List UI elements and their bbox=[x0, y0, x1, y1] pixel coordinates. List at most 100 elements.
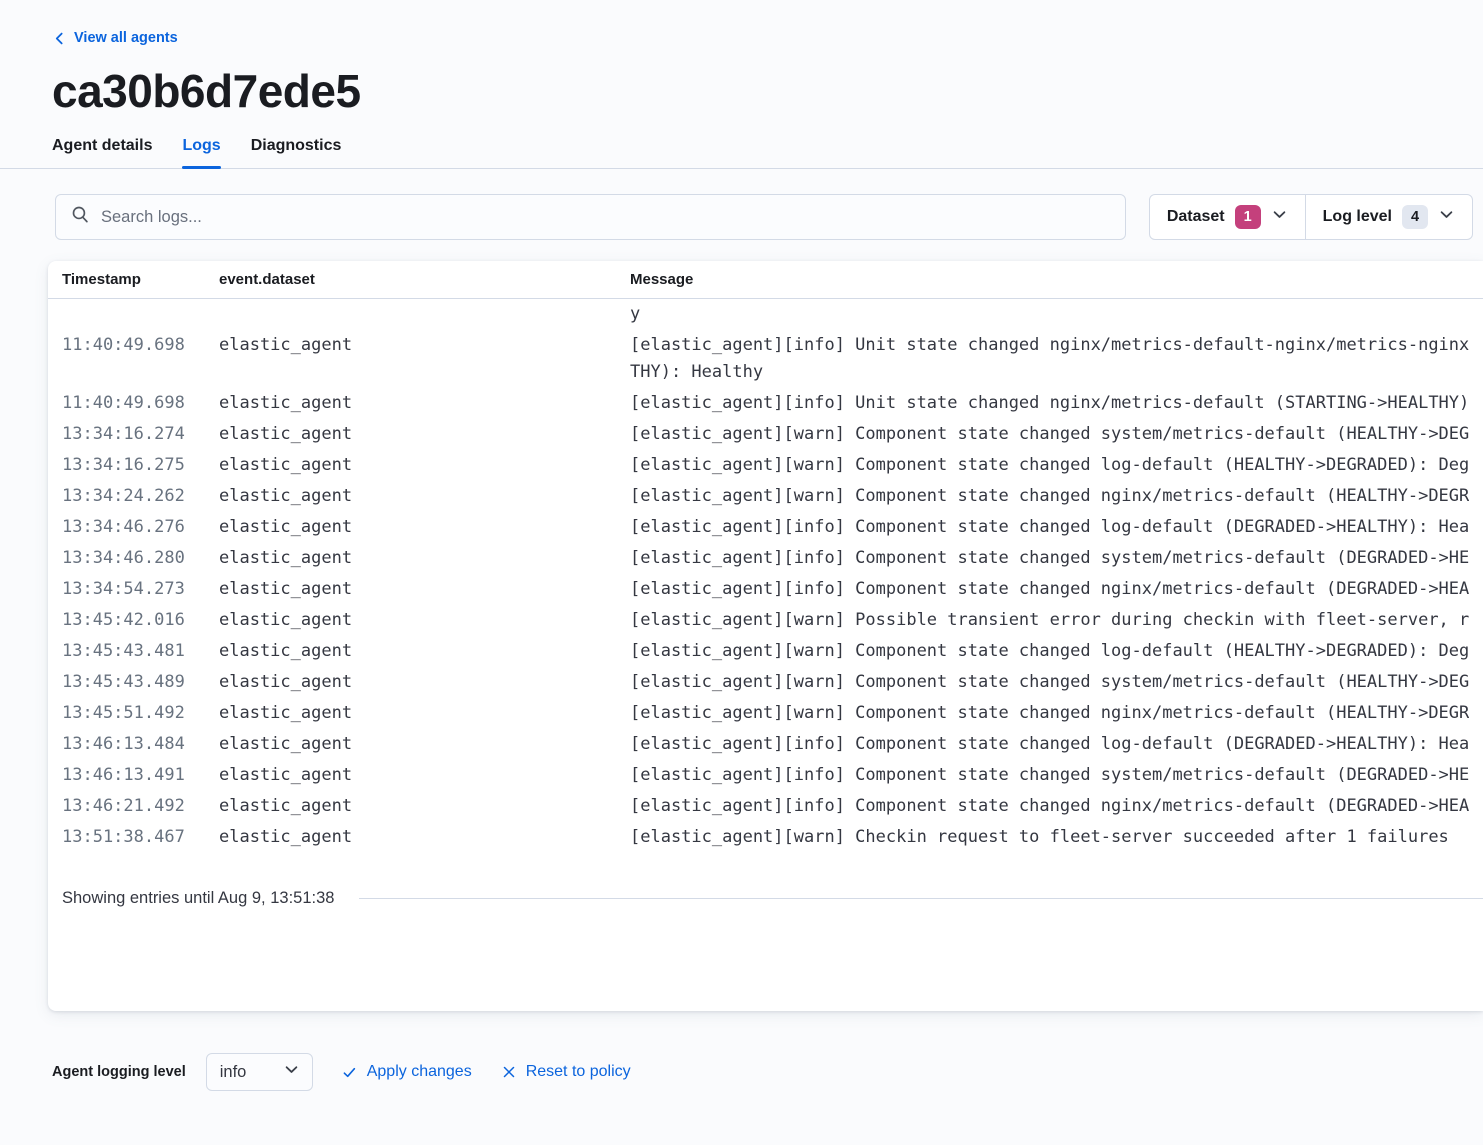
timestamp-cell: 13:51:38.467 bbox=[62, 824, 219, 851]
log-panel: Timestamp event.dataset Message y11:40:4… bbox=[48, 261, 1483, 1011]
message-cell: [elastic_agent][info] Component state ch… bbox=[630, 576, 1469, 603]
column-header-message: Message bbox=[630, 271, 1469, 288]
table-row: 13:45:51.492elastic_agent[elastic_agent]… bbox=[48, 698, 1483, 729]
table-row: 13:34:54.273elastic_agent[elastic_agent]… bbox=[48, 574, 1483, 605]
dataset-count-badge: 1 bbox=[1235, 205, 1261, 229]
chevron-left-icon bbox=[52, 31, 67, 46]
message-cell: [elastic_agent][info] Component state ch… bbox=[630, 793, 1469, 820]
page-header: View all agents ca30b6d7ede5 Agent detai… bbox=[0, 0, 1483, 169]
search-box bbox=[55, 194, 1126, 240]
reset-to-policy-label: Reset to policy bbox=[526, 1063, 631, 1081]
dataset-cell: elastic_agent bbox=[219, 332, 630, 386]
table-row: 13:46:13.491elastic_agent[elastic_agent]… bbox=[48, 760, 1483, 791]
dataset-cell: elastic_agent bbox=[219, 762, 630, 789]
reset-to-policy-link[interactable]: Reset to policy bbox=[501, 1063, 631, 1081]
dataset-cell bbox=[219, 301, 630, 328]
cross-icon bbox=[501, 1064, 517, 1080]
message-cell: [elastic_agent][warn] Component state ch… bbox=[630, 452, 1469, 479]
chevron-down-icon bbox=[1271, 206, 1288, 228]
search-input[interactable] bbox=[101, 208, 1110, 227]
dataset-cell: elastic_agent bbox=[219, 390, 630, 417]
apply-changes-link[interactable]: Apply changes bbox=[341, 1063, 472, 1081]
dataset-cell: elastic_agent bbox=[219, 576, 630, 603]
log-table-header: Timestamp event.dataset Message bbox=[48, 261, 1483, 299]
timestamp-cell: 13:34:54.273 bbox=[62, 576, 219, 603]
tab-agent-details[interactable]: Agent details bbox=[52, 137, 152, 168]
table-row: 13:46:13.484elastic_agent[elastic_agent]… bbox=[48, 729, 1483, 760]
message-cell: [elastic_agent][warn] Checkin request to… bbox=[630, 824, 1469, 851]
dataset-cell: elastic_agent bbox=[219, 514, 630, 541]
table-row: 13:34:46.280elastic_agent[elastic_agent]… bbox=[48, 543, 1483, 574]
footer-divider-line bbox=[359, 898, 1483, 899]
message-cell: [elastic_agent][info] Component state ch… bbox=[630, 731, 1469, 758]
logging-level-bar: Agent logging level info Apply changes R… bbox=[52, 1053, 1483, 1091]
dataset-filter-button[interactable]: Dataset 1 bbox=[1150, 195, 1305, 239]
page-title: ca30b6d7ede5 bbox=[52, 66, 1431, 117]
logging-level-select[interactable]: info bbox=[206, 1053, 313, 1091]
dataset-cell: elastic_agent bbox=[219, 452, 630, 479]
dataset-cell: elastic_agent bbox=[219, 638, 630, 665]
dataset-cell: elastic_agent bbox=[219, 545, 630, 572]
dataset-filter-label: Dataset bbox=[1167, 208, 1225, 226]
filter-group: Dataset 1 Log level 4 bbox=[1149, 194, 1473, 240]
timestamp-cell: 13:34:16.274 bbox=[62, 421, 219, 448]
timestamp-cell: 11:40:49.698 bbox=[62, 332, 219, 386]
column-header-dataset: event.dataset bbox=[219, 271, 630, 288]
logs-toolbar: Dataset 1 Log level 4 bbox=[0, 169, 1483, 240]
table-row: 13:34:16.275elastic_agent[elastic_agent]… bbox=[48, 450, 1483, 481]
timestamp-cell: 13:34:46.280 bbox=[62, 545, 219, 572]
back-link-label: View all agents bbox=[74, 30, 178, 46]
message-cell: [elastic_agent][info] Unit state changed… bbox=[630, 332, 1469, 386]
dataset-cell: elastic_agent bbox=[219, 731, 630, 758]
message-cell: [elastic_agent][warn] Component state ch… bbox=[630, 638, 1469, 665]
timestamp-cell: 11:40:49.698 bbox=[62, 390, 219, 417]
message-cell: [elastic_agent][warn] Component state ch… bbox=[630, 483, 1469, 510]
message-cell: [elastic_agent][info] Component state ch… bbox=[630, 762, 1469, 789]
check-icon bbox=[341, 1064, 358, 1081]
tab-diagnostics[interactable]: Diagnostics bbox=[251, 137, 342, 168]
timestamp-cell: 13:34:24.262 bbox=[62, 483, 219, 510]
dataset-cell: elastic_agent bbox=[219, 793, 630, 820]
timestamp-cell: 13:45:43.481 bbox=[62, 638, 219, 665]
table-row: 13:34:24.262elastic_agent[elastic_agent]… bbox=[48, 481, 1483, 512]
table-row: 13:34:46.276elastic_agent[elastic_agent]… bbox=[48, 512, 1483, 543]
tab-logs[interactable]: Logs bbox=[182, 137, 220, 168]
table-row: 13:46:21.492elastic_agent[elastic_agent]… bbox=[48, 791, 1483, 822]
table-row: 11:40:49.698elastic_agent[elastic_agent]… bbox=[48, 388, 1483, 419]
table-row: 11:40:49.698elastic_agent[elastic_agent]… bbox=[48, 330, 1483, 388]
dataset-cell: elastic_agent bbox=[219, 700, 630, 727]
timestamp-cell: 13:34:16.275 bbox=[62, 452, 219, 479]
timestamp-cell bbox=[62, 301, 219, 328]
message-cell: [elastic_agent][info] Unit state changed… bbox=[630, 390, 1469, 417]
table-footer: Showing entries until Aug 9, 13:51:38 bbox=[62, 889, 1483, 908]
log-level-filter-button[interactable]: Log level 4 bbox=[1305, 195, 1472, 239]
timestamp-cell: 13:46:13.491 bbox=[62, 762, 219, 789]
message-cell: [elastic_agent][warn] Component state ch… bbox=[630, 700, 1469, 727]
chevron-down-icon bbox=[283, 1061, 300, 1083]
table-row: 13:45:43.489elastic_agent[elastic_agent]… bbox=[48, 667, 1483, 698]
logging-level-label: Agent logging level bbox=[52, 1064, 186, 1080]
log-table-body[interactable]: y11:40:49.698elastic_agent[elastic_agent… bbox=[48, 299, 1483, 853]
dataset-cell: elastic_agent bbox=[219, 421, 630, 448]
message-cell: [elastic_agent][info] Component state ch… bbox=[630, 514, 1469, 541]
timestamp-cell: 13:45:43.489 bbox=[62, 669, 219, 696]
dataset-cell: elastic_agent bbox=[219, 607, 630, 634]
timestamp-cell: 13:45:42.016 bbox=[62, 607, 219, 634]
showing-entries-note: Showing entries until Aug 9, 13:51:38 bbox=[62, 889, 334, 908]
message-cell: [elastic_agent][info] Component state ch… bbox=[630, 545, 1469, 572]
timestamp-cell: 13:46:21.492 bbox=[62, 793, 219, 820]
table-row: 13:51:38.467elastic_agent[elastic_agent]… bbox=[48, 822, 1483, 853]
dataset-cell: elastic_agent bbox=[219, 483, 630, 510]
dataset-cell: elastic_agent bbox=[219, 824, 630, 851]
search-icon bbox=[71, 205, 90, 229]
table-row: 13:45:43.481elastic_agent[elastic_agent]… bbox=[48, 636, 1483, 667]
timestamp-cell: 13:46:13.484 bbox=[62, 731, 219, 758]
message-cell: [elastic_agent][warn] Possible transient… bbox=[630, 607, 1469, 634]
logging-level-value: info bbox=[220, 1063, 247, 1082]
table-row: 13:45:42.016elastic_agent[elastic_agent]… bbox=[48, 605, 1483, 636]
message-cell: [elastic_agent][warn] Component state ch… bbox=[630, 669, 1469, 696]
column-header-timestamp: Timestamp bbox=[62, 271, 219, 288]
chevron-down-icon bbox=[1438, 206, 1455, 228]
back-to-agents-link[interactable]: View all agents bbox=[52, 30, 178, 46]
timestamp-cell: 13:34:46.276 bbox=[62, 514, 219, 541]
